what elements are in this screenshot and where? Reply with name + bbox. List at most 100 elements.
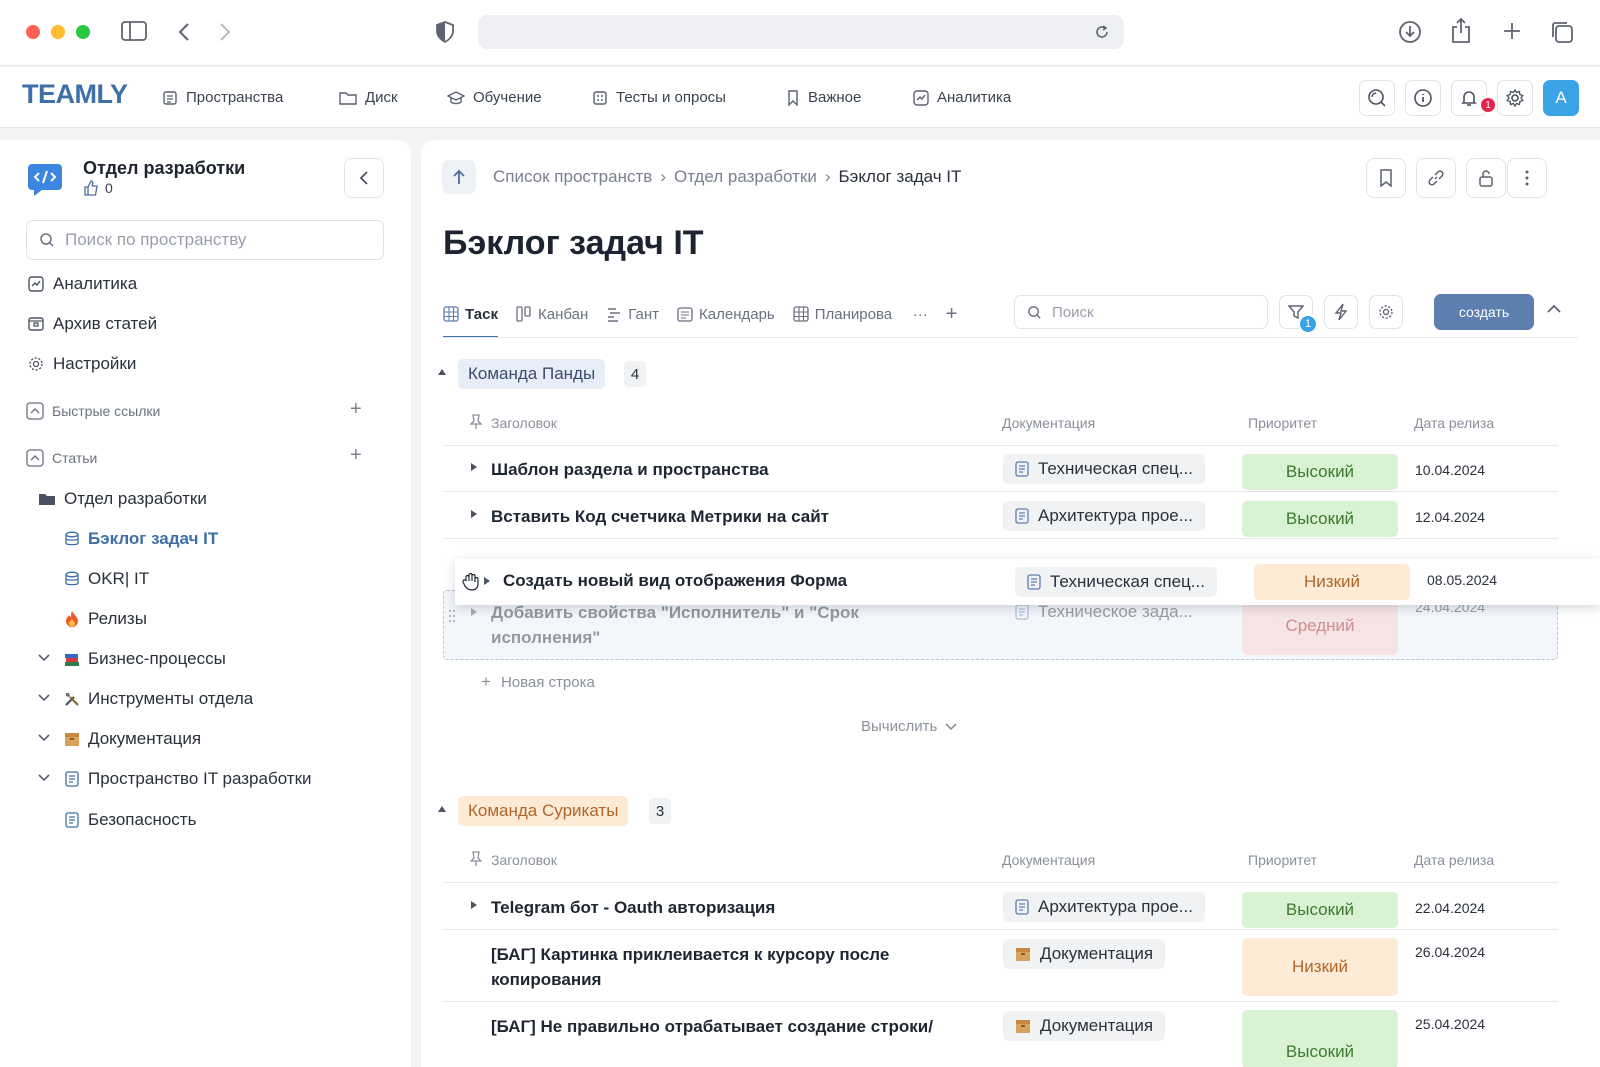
avatar[interactable]: A xyxy=(1543,80,1579,116)
tab-task[interactable]: Таск xyxy=(443,290,498,338)
doc-link[interactable]: Техническая спец... xyxy=(1003,454,1205,484)
table-row[interactable]: [БАГ] Не правильно отрабатывает создание… xyxy=(443,1002,1558,1067)
tab-gantt[interactable]: Гант xyxy=(606,290,659,338)
tree-item-business-processes[interactable]: Бизнес-процессы xyxy=(64,649,226,669)
tree-item-backlog[interactable]: Бэклог задач IT xyxy=(64,529,218,549)
maximize-window-button[interactable] xyxy=(76,25,90,39)
expand-chevron-icon[interactable] xyxy=(38,653,50,663)
bookmark-button[interactable] xyxy=(1366,158,1406,198)
row-title[interactable]: Шаблон раздела и пространства xyxy=(491,457,769,482)
tabs-overview-icon[interactable] xyxy=(1550,20,1574,44)
calculate-button[interactable]: Вычислить xyxy=(861,718,957,735)
doc-link[interactable]: Архитектура прое... xyxy=(1003,501,1205,531)
sidebar-item-analytics[interactable]: Аналитика xyxy=(28,274,137,294)
release-date[interactable]: 10.04.2024 xyxy=(1415,462,1485,478)
expand-chevron-icon[interactable] xyxy=(38,693,50,703)
priority-badge[interactable]: Высокий xyxy=(1242,501,1398,537)
breadcrumb-link-spaces[interactable]: Список пространств xyxy=(493,167,652,187)
settings-button[interactable] xyxy=(1497,80,1533,116)
release-date[interactable]: 22.04.2024 xyxy=(1415,900,1485,916)
tree-item-releases[interactable]: Релизы xyxy=(64,609,147,629)
tab-kanban[interactable]: Канбан xyxy=(516,290,588,338)
doc-link[interactable]: Архитектура прое... xyxy=(1003,892,1205,922)
sidebar-toggle-icon[interactable] xyxy=(121,20,147,42)
sidebar-item-settings[interactable]: Настройки xyxy=(28,354,136,374)
row-title[interactable]: Telegram бот - Oauth авторизация xyxy=(491,895,775,920)
nav-learning[interactable]: Обучение xyxy=(447,67,542,128)
priority-badge[interactable]: Высокий xyxy=(1242,1010,1398,1067)
lock-button[interactable] xyxy=(1466,158,1506,198)
reload-icon[interactable] xyxy=(1094,24,1110,40)
column-title[interactable]: Заголовок xyxy=(491,852,557,868)
nav-important[interactable]: Важное xyxy=(786,67,861,128)
priority-badge[interactable]: Высокий xyxy=(1242,892,1398,928)
table-row[interactable]: [БАГ] Картинка приклеивается к курсору п… xyxy=(443,930,1558,1002)
release-date[interactable]: 12.04.2024 xyxy=(1415,509,1485,525)
table-row[interactable]: Вставить Код счетчика Метрики на сайт Ар… xyxy=(443,492,1558,539)
more-options-button[interactable] xyxy=(1507,158,1547,198)
row-title[interactable]: [БАГ] Не правильно отрабатывает создание… xyxy=(491,1014,961,1039)
priority-badge[interactable]: Высокий xyxy=(1242,454,1398,490)
doc-link[interactable]: Документация xyxy=(1003,939,1166,969)
row-title[interactable]: Создать новый вид отображения Форма xyxy=(503,571,847,591)
group-collapse-icon[interactable] xyxy=(437,368,447,376)
collapse-sidebar-button[interactable] xyxy=(344,158,384,198)
teamly-logo[interactable]: TEAMLY xyxy=(22,79,128,110)
tree-item-it-space[interactable]: Пространство IT разработки xyxy=(64,769,312,789)
navigate-up-button[interactable] xyxy=(442,160,476,194)
section-quick-links[interactable]: Быстрые ссылки xyxy=(26,402,160,420)
release-date[interactable]: 08.05.2024 xyxy=(1427,572,1497,588)
section-articles[interactable]: Статьи xyxy=(26,449,97,467)
close-window-button[interactable] xyxy=(26,25,40,39)
add-row-button[interactable]: + Новая строка xyxy=(481,672,595,692)
expand-row-icon[interactable] xyxy=(470,607,478,617)
expand-row-icon[interactable] xyxy=(483,576,491,586)
chevron-up-icon[interactable] xyxy=(1547,304,1561,314)
nav-disk[interactable]: Диск xyxy=(339,67,398,128)
column-date[interactable]: Дата релиза xyxy=(1414,415,1494,431)
dragging-row[interactable]: Создать новый вид отображения Форма Техн… xyxy=(455,559,1600,605)
release-date[interactable]: 26.04.2024 xyxy=(1415,944,1485,960)
download-icon[interactable] xyxy=(1398,20,1422,44)
info-button[interactable] xyxy=(1405,80,1441,116)
nav-tests[interactable]: Тесты и опросы xyxy=(592,67,726,128)
doc-link[interactable]: Техническая спец... xyxy=(1015,567,1217,597)
space-search-input[interactable]: Поиск по пространству xyxy=(26,220,384,260)
expand-chevron-icon[interactable] xyxy=(38,773,50,783)
tree-item-tools[interactable]: Инструменты отдела xyxy=(64,689,253,709)
address-bar[interactable] xyxy=(478,15,1124,49)
priority-badge[interactable]: Средний xyxy=(1242,597,1398,655)
priority-badge[interactable]: Низкий xyxy=(1254,564,1410,600)
space-title[interactable]: Отдел разработки xyxy=(83,158,245,179)
tree-item-security[interactable]: Безопасность xyxy=(64,810,196,830)
expand-row-icon[interactable] xyxy=(470,462,478,472)
add-view-button[interactable]: + xyxy=(946,303,958,326)
expand-chevron-icon[interactable] xyxy=(38,733,50,743)
tree-item-okr[interactable]: OKR| IT xyxy=(64,569,149,589)
tree-item-dev-department[interactable]: Отдел разработки xyxy=(38,489,207,509)
nav-spaces[interactable]: Пространства xyxy=(162,67,283,128)
forward-icon[interactable] xyxy=(218,21,232,43)
search-button[interactable] xyxy=(1359,80,1395,116)
drag-handle-icon[interactable] xyxy=(448,609,456,623)
add-article-button[interactable]: + xyxy=(350,444,362,467)
row-title[interactable]: [БАГ] Картинка приклеивается к курсору п… xyxy=(491,942,961,992)
expand-row-icon[interactable] xyxy=(470,509,478,519)
column-priority[interactable]: Приоритет xyxy=(1248,852,1317,868)
more-tabs-button[interactable]: ··· xyxy=(913,306,928,323)
group-collapse-icon[interactable] xyxy=(437,805,447,813)
copy-link-button[interactable] xyxy=(1416,158,1456,198)
automation-button[interactable] xyxy=(1324,295,1358,329)
table-row[interactable]: Шаблон раздела и пространства Техническа… xyxy=(443,446,1558,492)
nav-analytics[interactable]: Аналитика xyxy=(913,67,1011,128)
create-button[interactable]: создать xyxy=(1434,294,1534,330)
minimize-window-button[interactable] xyxy=(51,25,65,39)
back-icon[interactable] xyxy=(177,21,191,43)
doc-link[interactable]: Документация xyxy=(1003,1011,1166,1041)
row-title[interactable]: Добавить свойства "Исполнитель" и "Срок … xyxy=(491,600,931,650)
tree-item-documentation[interactable]: Документация xyxy=(64,729,201,749)
tab-calendar[interactable]: Календарь xyxy=(677,290,775,338)
column-title[interactable]: Заголовок xyxy=(491,415,557,431)
priority-badge[interactable]: Низкий xyxy=(1242,938,1398,996)
column-date[interactable]: Дата релиза xyxy=(1414,852,1494,868)
